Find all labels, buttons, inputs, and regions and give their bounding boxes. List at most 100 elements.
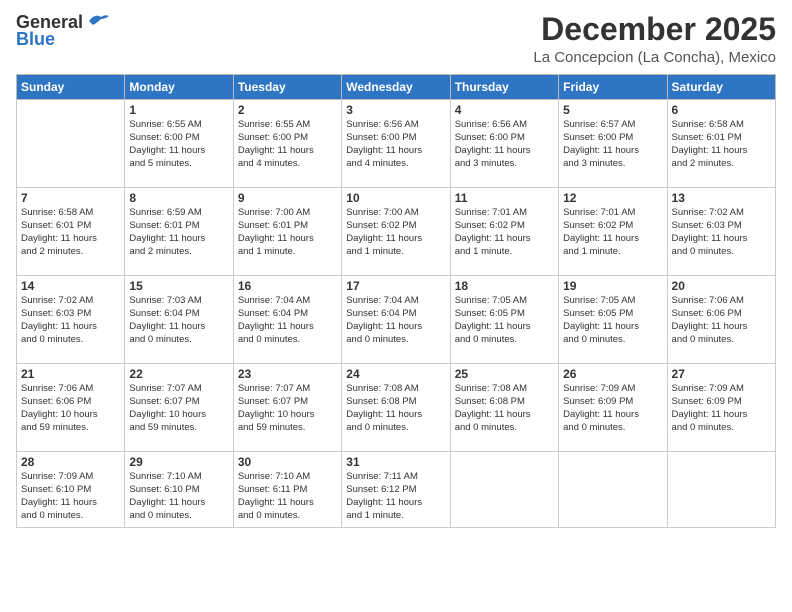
day-info: Sunrise: 7:09 AM Sunset: 6:09 PM Dayligh… (672, 383, 771, 434)
calendar-cell: 29 Sunrise: 7:10 AM Sunset: 6:10 PM Dayli… (125, 452, 233, 528)
calendar-cell: 25 Sunrise: 7:08 AM Sunset: 6:08 PM Dayli… (450, 364, 558, 452)
logo-bird-icon (87, 13, 109, 29)
calendar-cell: 15 Sunrise: 7:03 AM Sunset: 6:04 PM Dayli… (125, 276, 233, 364)
calendar-cell: 24 Sunrise: 7:08 AM Sunset: 6:08 PM Dayli… (342, 364, 450, 452)
day-info: Sunrise: 6:59 AM Sunset: 6:01 PM Dayligh… (129, 207, 228, 258)
calendar-cell: 14 Sunrise: 7:02 AM Sunset: 6:03 PM Dayli… (17, 276, 125, 364)
day-number: 15 (129, 279, 228, 293)
day-number: 3 (346, 103, 445, 117)
day-info: Sunrise: 7:02 AM Sunset: 6:03 PM Dayligh… (21, 295, 120, 346)
day-info: Sunrise: 6:55 AM Sunset: 6:00 PM Dayligh… (238, 119, 337, 170)
calendar-dow-friday: Friday (559, 75, 667, 100)
calendar-header-row: SundayMondayTuesdayWednesdayThursdayFrid… (17, 75, 776, 100)
calendar-cell: 22 Sunrise: 7:07 AM Sunset: 6:07 PM Dayli… (125, 364, 233, 452)
calendar-cell: 11 Sunrise: 7:01 AM Sunset: 6:02 PM Dayli… (450, 188, 558, 276)
day-info: Sunrise: 6:56 AM Sunset: 6:00 PM Dayligh… (455, 119, 554, 170)
day-number: 7 (21, 191, 120, 205)
day-info: Sunrise: 7:09 AM Sunset: 6:10 PM Dayligh… (21, 471, 120, 522)
day-number: 25 (455, 367, 554, 381)
calendar-cell: 12Sunrise: 7:01 AM Sunset: 6:02 PM Dayli… (559, 188, 667, 276)
day-info: Sunrise: 6:57 AM Sunset: 6:00 PM Dayligh… (563, 119, 662, 170)
day-number: 21 (21, 367, 120, 381)
day-info: Sunrise: 7:01 AM Sunset: 6:02 PM Dayligh… (563, 207, 662, 258)
page: General Blue December 2025 La Concepcion… (0, 0, 792, 612)
day-number: 27 (672, 367, 771, 381)
day-info: Sunrise: 6:58 AM Sunset: 6:01 PM Dayligh… (21, 207, 120, 258)
calendar-cell: 1 Sunrise: 6:55 AM Sunset: 6:00 PM Daylig… (125, 100, 233, 188)
day-info: Sunrise: 7:10 AM Sunset: 6:11 PM Dayligh… (238, 471, 337, 522)
calendar-dow-wednesday: Wednesday (342, 75, 450, 100)
day-info: Sunrise: 7:09 AM Sunset: 6:09 PM Dayligh… (563, 383, 662, 434)
calendar-cell: 31 Sunrise: 7:11 AM Sunset: 6:12 PM Dayli… (342, 452, 450, 528)
calendar-cell: 7 Sunrise: 6:58 AM Sunset: 6:01 PM Daylig… (17, 188, 125, 276)
calendar-cell: 4 Sunrise: 6:56 AM Sunset: 6:00 PM Daylig… (450, 100, 558, 188)
day-info: Sunrise: 7:01 AM Sunset: 6:02 PM Dayligh… (455, 207, 554, 258)
day-info: Sunrise: 7:06 AM Sunset: 6:06 PM Dayligh… (672, 295, 771, 346)
day-info: Sunrise: 7:04 AM Sunset: 6:04 PM Dayligh… (346, 295, 445, 346)
day-number: 29 (129, 455, 228, 469)
day-info: Sunrise: 7:08 AM Sunset: 6:08 PM Dayligh… (455, 383, 554, 434)
calendar-cell: 27 Sunrise: 7:09 AM Sunset: 6:09 PM Dayli… (667, 364, 775, 452)
calendar-cell: 23 Sunrise: 7:07 AM Sunset: 6:07 PM Dayli… (233, 364, 341, 452)
calendar-dow-saturday: Saturday (667, 75, 775, 100)
day-number: 11 (455, 191, 554, 205)
day-info: Sunrise: 7:11 AM Sunset: 6:12 PM Dayligh… (346, 471, 445, 522)
calendar-dow-thursday: Thursday (450, 75, 558, 100)
title-area: December 2025 La Concepcion (La Concha),… (533, 12, 776, 66)
calendar-cell (17, 100, 125, 188)
calendar-cell: 17 Sunrise: 7:04 AM Sunset: 6:04 PM Dayli… (342, 276, 450, 364)
logo: General Blue (16, 12, 109, 50)
calendar-cell: 28Sunrise: 7:09 AM Sunset: 6:10 PM Dayli… (17, 452, 125, 528)
header: General Blue December 2025 La Concepcion… (16, 12, 776, 66)
day-info: Sunrise: 6:55 AM Sunset: 6:00 PM Dayligh… (129, 119, 228, 170)
day-info: Sunrise: 7:05 AM Sunset: 6:05 PM Dayligh… (455, 295, 554, 346)
day-number: 22 (129, 367, 228, 381)
day-number: 30 (238, 455, 337, 469)
day-info: Sunrise: 7:04 AM Sunset: 6:04 PM Dayligh… (238, 295, 337, 346)
day-number: 19 (563, 279, 662, 293)
calendar-cell: 18 Sunrise: 7:05 AM Sunset: 6:05 PM Dayli… (450, 276, 558, 364)
day-number: 17 (346, 279, 445, 293)
day-info: Sunrise: 7:07 AM Sunset: 6:07 PM Dayligh… (129, 383, 228, 434)
calendar-dow-monday: Monday (125, 75, 233, 100)
day-number: 8 (129, 191, 228, 205)
calendar-cell: 21Sunrise: 7:06 AM Sunset: 6:06 PM Dayli… (17, 364, 125, 452)
month-title: December 2025 (533, 12, 776, 47)
calendar-cell: 16Sunrise: 7:04 AM Sunset: 6:04 PM Dayli… (233, 276, 341, 364)
calendar-cell: 8 Sunrise: 6:59 AM Sunset: 6:01 PM Daylig… (125, 188, 233, 276)
day-info: Sunrise: 7:05 AM Sunset: 6:05 PM Dayligh… (563, 295, 662, 346)
day-info: Sunrise: 7:08 AM Sunset: 6:08 PM Dayligh… (346, 383, 445, 434)
day-info: Sunrise: 6:56 AM Sunset: 6:00 PM Dayligh… (346, 119, 445, 170)
calendar-table: SundayMondayTuesdayWednesdayThursdayFrid… (16, 74, 776, 528)
day-number: 13 (672, 191, 771, 205)
day-number: 20 (672, 279, 771, 293)
calendar-cell: 9 Sunrise: 7:00 AM Sunset: 6:01 PM Daylig… (233, 188, 341, 276)
day-number: 5 (563, 103, 662, 117)
day-info: Sunrise: 7:00 AM Sunset: 6:02 PM Dayligh… (346, 207, 445, 258)
day-number: 2 (238, 103, 337, 117)
calendar-cell: 5 Sunrise: 6:57 AM Sunset: 6:00 PM Daylig… (559, 100, 667, 188)
day-number: 6 (672, 103, 771, 117)
day-info: Sunrise: 7:02 AM Sunset: 6:03 PM Dayligh… (672, 207, 771, 258)
day-number: 31 (346, 455, 445, 469)
calendar-cell (450, 452, 558, 528)
day-number: 26 (563, 367, 662, 381)
calendar-cell (559, 452, 667, 528)
day-number: 4 (455, 103, 554, 117)
day-info: Sunrise: 7:03 AM Sunset: 6:04 PM Dayligh… (129, 295, 228, 346)
calendar-cell: 2 Sunrise: 6:55 AM Sunset: 6:00 PM Daylig… (233, 100, 341, 188)
day-info: Sunrise: 7:10 AM Sunset: 6:10 PM Dayligh… (129, 471, 228, 522)
day-number: 24 (346, 367, 445, 381)
day-info: Sunrise: 7:00 AM Sunset: 6:01 PM Dayligh… (238, 207, 337, 258)
day-number: 14 (21, 279, 120, 293)
day-info: Sunrise: 7:07 AM Sunset: 6:07 PM Dayligh… (238, 383, 337, 434)
calendar-dow-tuesday: Tuesday (233, 75, 341, 100)
day-number: 18 (455, 279, 554, 293)
calendar-cell: 26 Sunrise: 7:09 AM Sunset: 6:09 PM Dayli… (559, 364, 667, 452)
day-number: 1 (129, 103, 228, 117)
calendar-cell (667, 452, 775, 528)
day-number: 23 (238, 367, 337, 381)
location-subtitle: La Concepcion (La Concha), Mexico (533, 49, 776, 66)
day-number: 9 (238, 191, 337, 205)
calendar-cell: 13 Sunrise: 7:02 AM Sunset: 6:03 PM Dayli… (667, 188, 775, 276)
